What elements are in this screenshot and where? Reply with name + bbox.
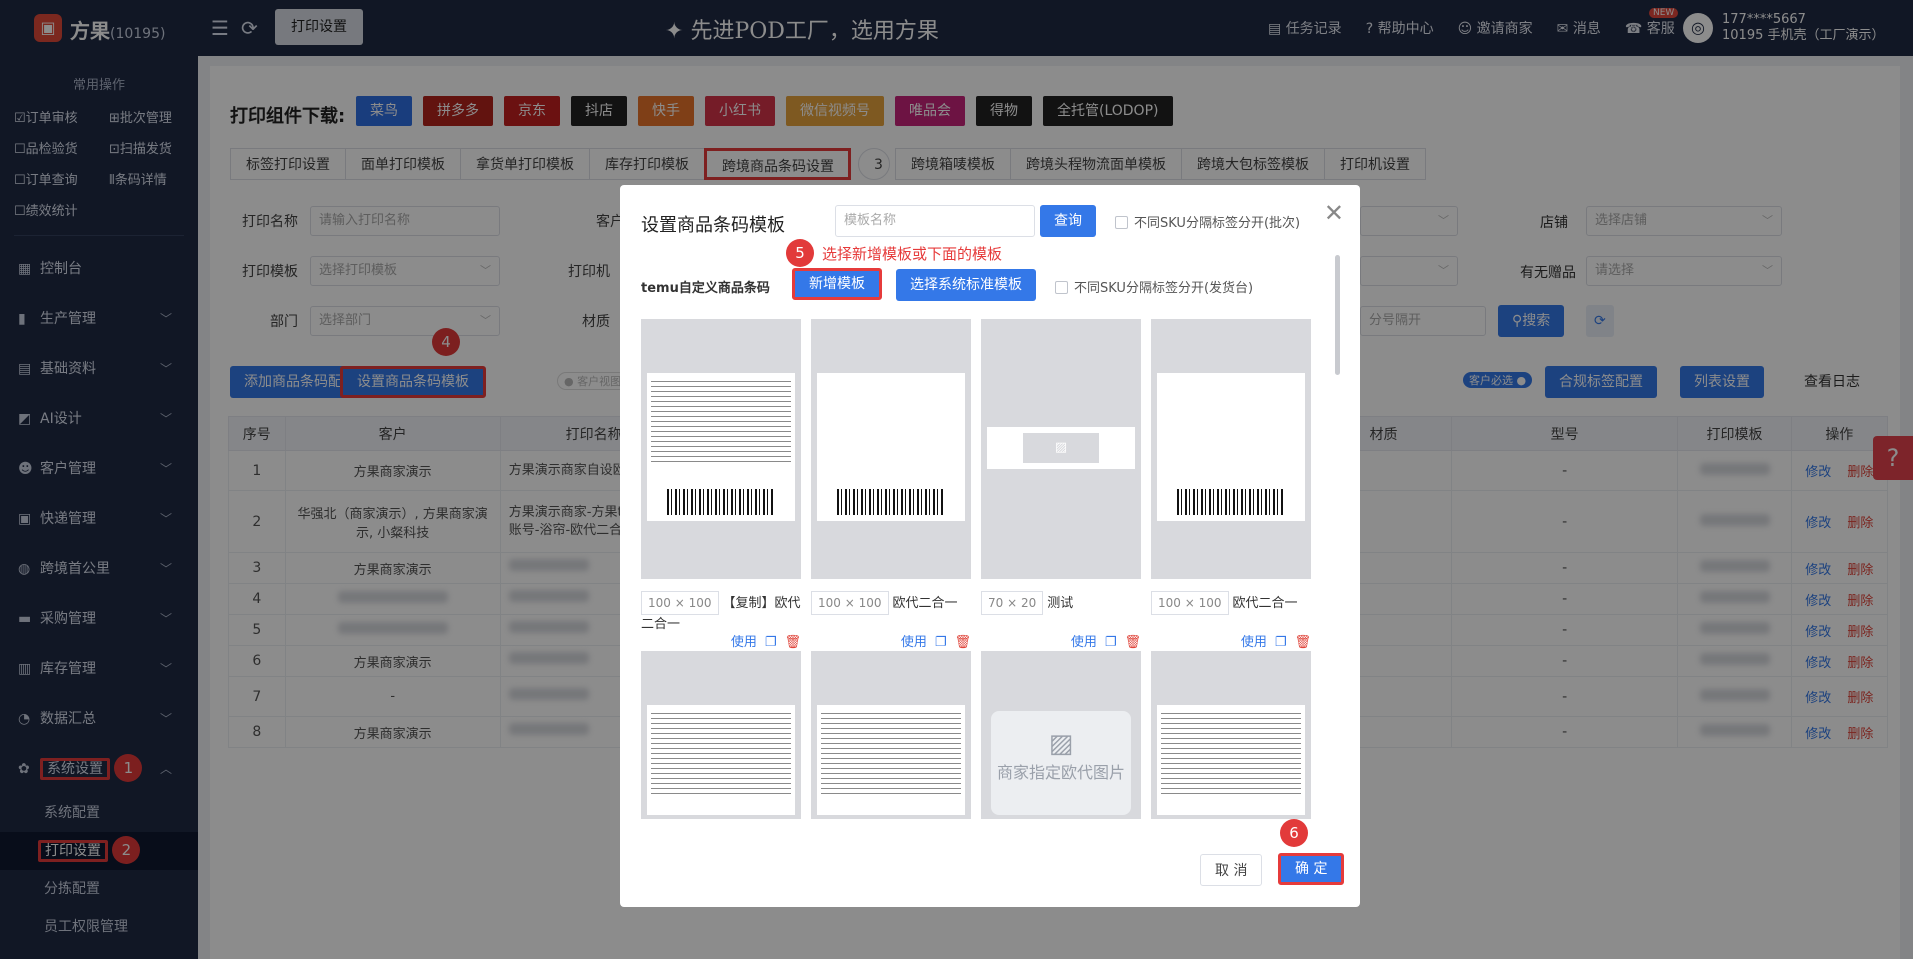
step-badge-5: 5 xyxy=(786,239,814,267)
confirm-button[interactable]: 确 定 xyxy=(1278,853,1345,885)
step-badge-6: 6 xyxy=(1280,819,1308,847)
split-batch-checkbox[interactable]: 不同SKU分隔标签分开(批次) xyxy=(1115,212,1300,231)
use-link[interactable]: 使用 xyxy=(1071,635,1097,650)
copy-icon[interactable]: ❐ xyxy=(935,635,947,650)
copy-icon[interactable]: ❐ xyxy=(1275,635,1287,650)
section-label: temu自定义商品条码 xyxy=(641,281,770,296)
close-icon[interactable]: ✕ xyxy=(1324,199,1344,227)
dialog-scrollbar[interactable] xyxy=(1335,255,1340,375)
template-preview[interactable] xyxy=(811,319,971,579)
copy-icon[interactable]: ❐ xyxy=(1105,635,1117,650)
copy-icon[interactable]: ❐ xyxy=(765,635,777,650)
trash-icon[interactable]: 🗑 xyxy=(954,635,971,650)
split-ship-checkbox[interactable]: 不同SKU分隔标签分开(发货台) xyxy=(1055,277,1253,296)
checkbox-icon xyxy=(1115,216,1128,229)
template-card[interactable] xyxy=(1151,651,1311,819)
template-name: 测试 xyxy=(1047,596,1074,611)
template-size: 100 × 100 xyxy=(811,591,889,615)
checkbox-icon xyxy=(1055,281,1068,294)
template-name: 欧代二合一 xyxy=(1232,596,1298,611)
system-standard-template-button[interactable]: 选择系统标准模板 xyxy=(896,269,1036,301)
trash-icon[interactable]: 🗑 xyxy=(1294,635,1311,650)
template-card[interactable] xyxy=(641,651,801,819)
template-preview[interactable]: ▨ xyxy=(981,319,1141,579)
template-card[interactable]: 100 × 100 欧代二合一 使用 ❐ 🗑 xyxy=(811,319,971,650)
barcode-template-dialog: 设置商品条码模板 ✕ 模板名称 查询 不同SKU分隔标签分开(批次) 5 选择新… xyxy=(620,185,1360,907)
template-preview[interactable] xyxy=(641,319,801,579)
new-template-button[interactable]: 新增模板 xyxy=(792,268,882,300)
use-link[interactable]: 使用 xyxy=(1241,635,1267,650)
template-preview[interactable] xyxy=(1151,651,1311,819)
template-preview[interactable]: ▨ 商家指定欧代图片 xyxy=(981,651,1141,819)
image-placeholder-icon: ▨ xyxy=(1023,433,1099,463)
template-size: 70 × 20 xyxy=(981,591,1044,615)
template-preview[interactable] xyxy=(811,651,971,819)
step5-annotation: 选择新增模板或下面的模板 xyxy=(822,245,1003,263)
use-link[interactable]: 使用 xyxy=(731,635,757,650)
template-name-input[interactable]: 模板名称 xyxy=(835,205,1035,237)
query-button[interactable]: 查询 xyxy=(1040,205,1096,237)
template-size: 100 × 100 xyxy=(1151,591,1229,615)
use-link[interactable]: 使用 xyxy=(901,635,927,650)
template-size: 100 × 100 xyxy=(641,591,719,615)
template-card[interactable]: ▨ 商家指定欧代图片 xyxy=(981,651,1141,819)
trash-icon[interactable]: 🗑 xyxy=(784,635,801,650)
image-placeholder-icon: ▨ xyxy=(1048,729,1074,759)
merchant-image-placeholder: 商家指定欧代图片 xyxy=(996,763,1125,782)
trash-icon[interactable]: 🗑 xyxy=(1124,635,1141,650)
cancel-button[interactable]: 取 消 xyxy=(1200,854,1263,886)
template-preview[interactable] xyxy=(1151,319,1311,579)
template-card[interactable]: 100 × 100 【复制】欧代二合一 使用 ❐ 🗑 xyxy=(641,319,801,650)
template-card[interactable]: ▨ 70 × 20 测试 使用 ❐ 🗑 xyxy=(981,319,1141,650)
template-name: 欧代二合一 xyxy=(892,596,958,611)
template-card[interactable] xyxy=(811,651,971,819)
dialog-title: 设置商品条码模板 xyxy=(641,215,785,236)
template-preview[interactable] xyxy=(641,651,801,819)
template-card[interactable]: 100 × 100 欧代二合一 使用 ❐ 🗑 xyxy=(1151,319,1311,650)
